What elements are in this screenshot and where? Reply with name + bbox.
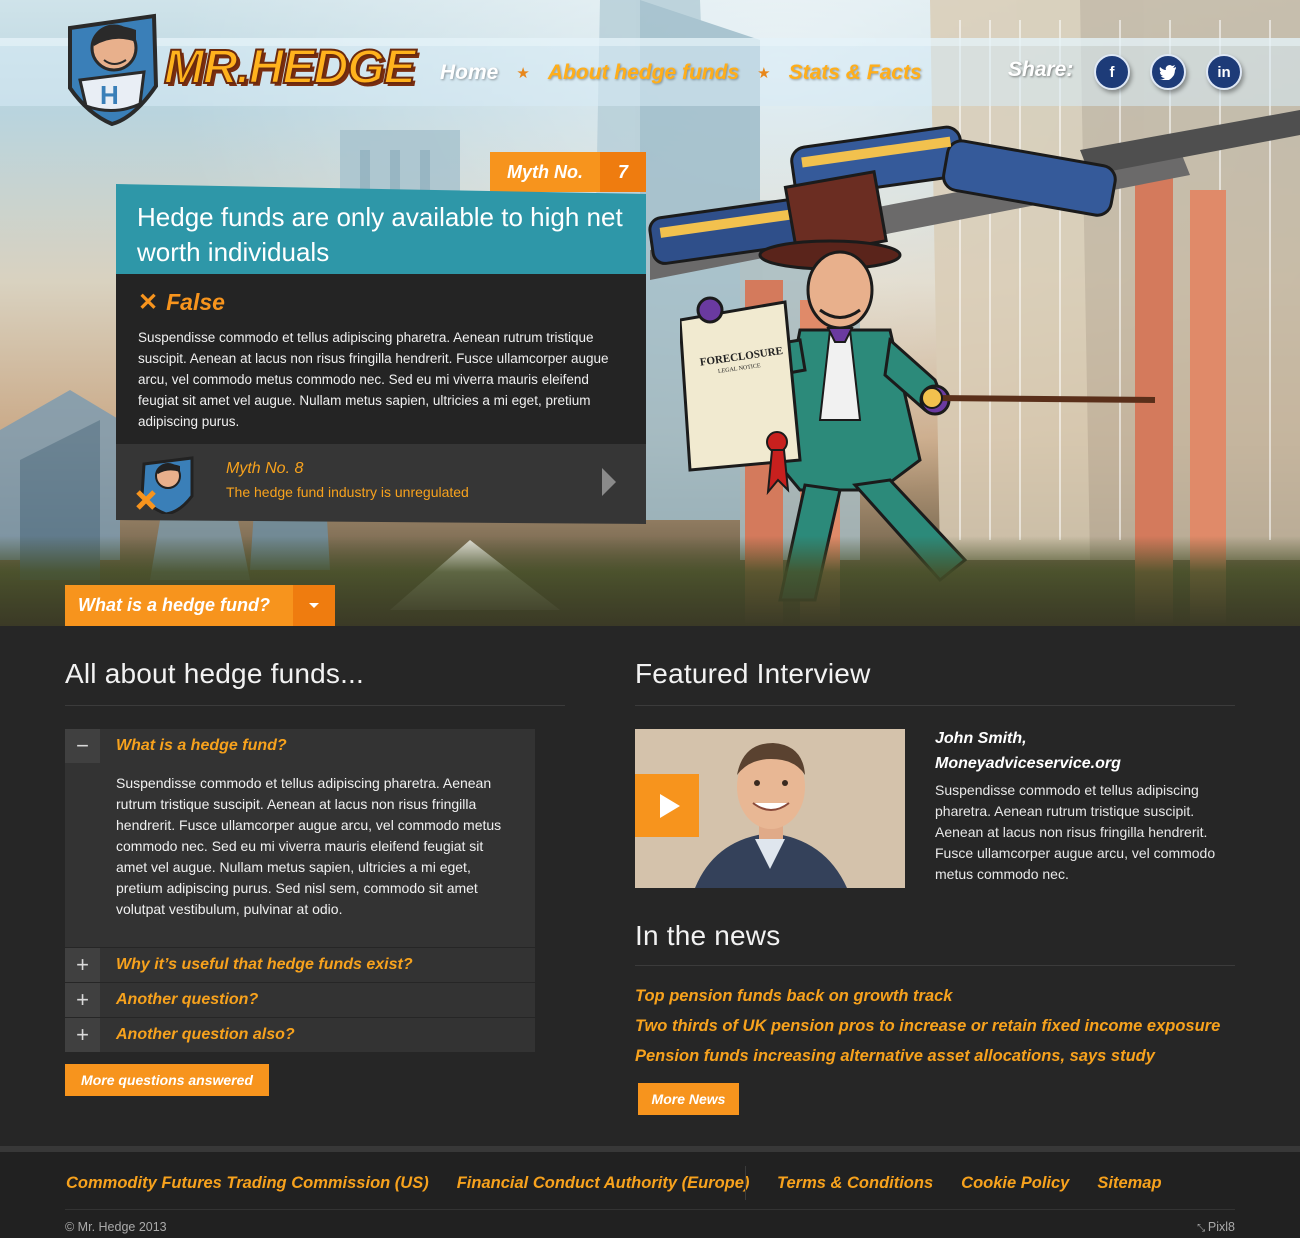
accordion-header[interactable]: − What is a hedge fund?: [65, 729, 535, 763]
share-label: Share:: [1008, 58, 1074, 81]
svg-text:H: H: [100, 80, 119, 110]
footer-rule: [65, 1209, 1235, 1210]
accordion-header[interactable]: + Why it’s useful that hedge funds exist…: [65, 948, 535, 982]
accordion-body: Suspendisse commodo et tellus adipiscing…: [65, 763, 535, 947]
myth-verdict-label: False: [166, 289, 225, 315]
star-icon: ★: [757, 65, 771, 82]
dropdown-label: What is a hedge fund?: [78, 595, 270, 615]
interviewee-name: John Smith,: [935, 730, 1027, 747]
footer-divider: [745, 1166, 746, 1200]
twitter-bird-icon: [1159, 64, 1176, 80]
plus-icon[interactable]: +: [65, 1018, 100, 1052]
myth-answer: ✕ False Suspendisse commodo et tellus ad…: [116, 274, 646, 444]
credit-label: Pixl8: [1207, 1220, 1235, 1234]
interview-video[interactable]: [635, 729, 905, 888]
accordion-item: + Another question also?: [65, 1018, 535, 1053]
myth-answer-text: Suspendisse commodo et tellus adipiscing…: [138, 330, 609, 429]
news-link[interactable]: Top pension funds back on growth track: [635, 981, 1235, 1011]
minus-icon[interactable]: −: [65, 729, 100, 763]
cross-icon: ✕: [138, 289, 159, 316]
news-list: Top pension funds back on growth track T…: [635, 981, 1235, 1071]
accordion-item: − What is a hedge fund? Suspendisse comm…: [65, 729, 535, 948]
accordion-title: Another question also?: [116, 1026, 295, 1043]
accordion-title: Why it’s useful that hedge funds exist?: [116, 956, 413, 973]
copyright: © Mr. Hedge 2013: [65, 1220, 167, 1234]
footer: Commodity Futures Trading Commission (US…: [0, 1146, 1300, 1238]
play-button[interactable]: [635, 774, 699, 837]
accordion-title: What is a hedge fund?: [116, 737, 287, 754]
footer-regulator-links: Commodity Futures Trading Commission (US…: [66, 1174, 749, 1193]
footer-link-cookie-policy[interactable]: Cookie Policy: [961, 1174, 1069, 1193]
faq-accordion: − What is a hedge fund? Suspendisse comm…: [65, 729, 535, 1053]
star-icon: ★: [516, 65, 530, 82]
interviewee-info: John Smith, Moneyadviceservice.org Suspe…: [935, 726, 1235, 885]
facebook-icon[interactable]: f: [1094, 54, 1130, 90]
footer-legal-links: Terms & Conditions Cookie Policy Sitemap: [777, 1174, 1162, 1193]
news-link[interactable]: Pension funds increasing alternative ass…: [635, 1041, 1235, 1071]
linkedin-icon[interactable]: in: [1206, 54, 1242, 90]
interviewee-org: Moneyadviceservice.org: [935, 755, 1121, 772]
chevron-right-icon: [602, 468, 616, 496]
footer-link-terms[interactable]: Terms & Conditions: [777, 1174, 933, 1193]
news-section-title: In the news: [635, 920, 781, 951]
divider: [635, 705, 1235, 706]
nav-stats-facts[interactable]: Stats & Facts: [789, 61, 922, 85]
footer-link-cftc[interactable]: Commodity Futures Trading Commission (US…: [66, 1174, 429, 1193]
accordion-header[interactable]: + Another question also?: [65, 1018, 535, 1052]
myth-headline: Hedge funds are only available to high n…: [116, 184, 646, 274]
news-link[interactable]: Two thirds of UK pension pros to increas…: [635, 1011, 1235, 1041]
divider: [65, 705, 565, 706]
myth-verdict: ✕ False: [138, 288, 624, 317]
hero-question-dropdown[interactable]: What is a hedge fund?: [65, 585, 335, 626]
accordion-header[interactable]: + Another question?: [65, 983, 535, 1017]
next-myth-link[interactable]: Myth No. 8 The hedge fund industry is un…: [116, 444, 646, 524]
plus-icon[interactable]: +: [65, 983, 100, 1017]
plus-icon[interactable]: +: [65, 948, 100, 982]
main-nav: Home ★ About hedge funds ★ Stats & Facts: [440, 58, 922, 88]
play-icon: [659, 793, 680, 818]
credit-link[interactable]: ⤡ Pixl8: [1197, 1220, 1235, 1234]
mr-hedge-avatar-icon: [136, 452, 198, 514]
next-myth-text: The hedge fund industry is unregulated: [226, 484, 469, 500]
interview-section-title: Featured Interview: [635, 658, 871, 689]
accordion-item: + Why it’s useful that hedge funds exist…: [65, 948, 535, 983]
twitter-icon[interactable]: [1150, 54, 1186, 90]
nav-about-hedge-funds[interactable]: About hedge funds: [548, 61, 739, 85]
myth-card: Hedge funds are only available to high n…: [116, 184, 646, 524]
accordion-item: + Another question?: [65, 983, 535, 1018]
next-myth-label: Myth No. 8: [226, 460, 304, 477]
divider: [635, 965, 1235, 966]
interview-summary: Suspendisse commodo et tellus adipiscing…: [935, 782, 1216, 882]
nav-home[interactable]: Home: [440, 61, 498, 85]
site-logo[interactable]: H MR.HEDGE: [64, 8, 417, 132]
chevron-down-icon: [293, 585, 335, 626]
footer-link-sitemap[interactable]: Sitemap: [1097, 1174, 1161, 1193]
accordion-title: Another question?: [116, 991, 259, 1008]
logo-wordmark: MR.HEDGE: [163, 40, 417, 95]
mr-hedge-avatar-icon: H: [68, 13, 159, 126]
hero-banner: FORECLOSURE LEGAL NOTICE H MR.HEDGE Home…: [0, 0, 1300, 626]
more-questions-button[interactable]: More questions answered: [65, 1064, 269, 1096]
footer-link-fca[interactable]: Financial Conduct Authority (Europe): [457, 1174, 750, 1193]
about-section-title: All about hedge funds...: [65, 658, 365, 689]
pixl8-icon: ⤡: [1197, 1223, 1208, 1234]
more-news-button[interactable]: More News: [638, 1083, 739, 1115]
